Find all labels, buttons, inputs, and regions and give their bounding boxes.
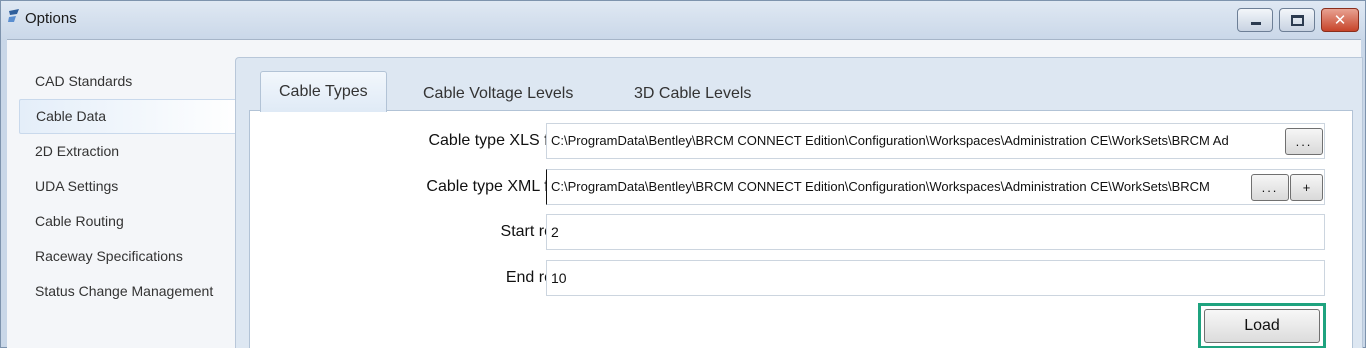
close-button[interactable]: ✕ [1321, 8, 1359, 32]
xls-browse-button[interactable]: ... [1285, 128, 1323, 155]
sidebar-item-raceway-specifications[interactable]: Raceway Specifications [19, 239, 241, 274]
title-bar[interactable]: Options ✕ [1, 1, 1366, 39]
app-icon [8, 9, 19, 22]
tab-3d-cable-levels[interactable]: 3D Cable Levels [616, 76, 769, 111]
xml-add-button[interactable]: + [1290, 174, 1323, 201]
load-button[interactable]: Load [1204, 309, 1320, 343]
end-row-input[interactable]: 10 [546, 260, 1325, 296]
sidebar-item-cad-standards[interactable]: CAD Standards [19, 64, 241, 99]
xml-file-input[interactable]: C:\ProgramData\Bentley\BRCM CONNECT Edit… [546, 169, 1325, 205]
close-icon: ✕ [1333, 12, 1347, 29]
xml-browse-button[interactable]: ... [1251, 174, 1289, 201]
options-window: Options ✕ CAD Standards Cable Data 2D Ex… [0, 0, 1366, 348]
xls-file-input[interactable]: C:\ProgramData\Bentley\BRCM CONNECT Edit… [546, 123, 1325, 159]
window-title: Options [25, 10, 77, 27]
minimize-icon [1251, 22, 1261, 25]
sidebar-item-2d-extraction[interactable]: 2D Extraction [19, 134, 241, 169]
xml-file-row: Cable type XML file: C:\ProgramData\Bent… [250, 169, 1354, 205]
end-row-label: End row: [505, 269, 569, 286]
sidebar-item-cable-data[interactable]: Cable Data [19, 99, 241, 134]
load-button-highlight: Load [1198, 303, 1326, 348]
xml-file-label: Cable type XML file: [426, 178, 569, 195]
sidebar-item-uda-settings[interactable]: UDA Settings [19, 169, 241, 204]
options-sidebar: CAD Standards Cable Data 2D Extraction U… [19, 64, 241, 309]
xls-file-label: Cable type XLS file: [428, 132, 569, 149]
maximize-button[interactable] [1279, 8, 1315, 32]
minimize-button[interactable] [1237, 8, 1273, 32]
start-row-label: Start row: [500, 223, 569, 240]
end-row-row: End row: 10 [250, 260, 1354, 296]
maximize-icon [1291, 15, 1304, 26]
cable-types-panel: Cable type XLS file: C:\ProgramData\Bent… [249, 110, 1353, 348]
start-row-row: Start row: 2 [250, 214, 1354, 250]
xls-file-row: Cable type XLS file: C:\ProgramData\Bent… [250, 123, 1354, 159]
tab-cable-types[interactable]: Cable Types [260, 71, 387, 112]
start-row-input[interactable]: 2 [546, 214, 1325, 250]
sidebar-item-cable-routing[interactable]: Cable Routing [19, 204, 241, 239]
content-panel: Cable Types Cable Voltage Levels 3D Cabl… [235, 57, 1363, 348]
sidebar-item-status-change-management[interactable]: Status Change Management [19, 274, 241, 309]
tab-cable-voltage-levels[interactable]: Cable Voltage Levels [405, 76, 591, 111]
options-client: CAD Standards Cable Data 2D Extraction U… [7, 39, 1363, 348]
